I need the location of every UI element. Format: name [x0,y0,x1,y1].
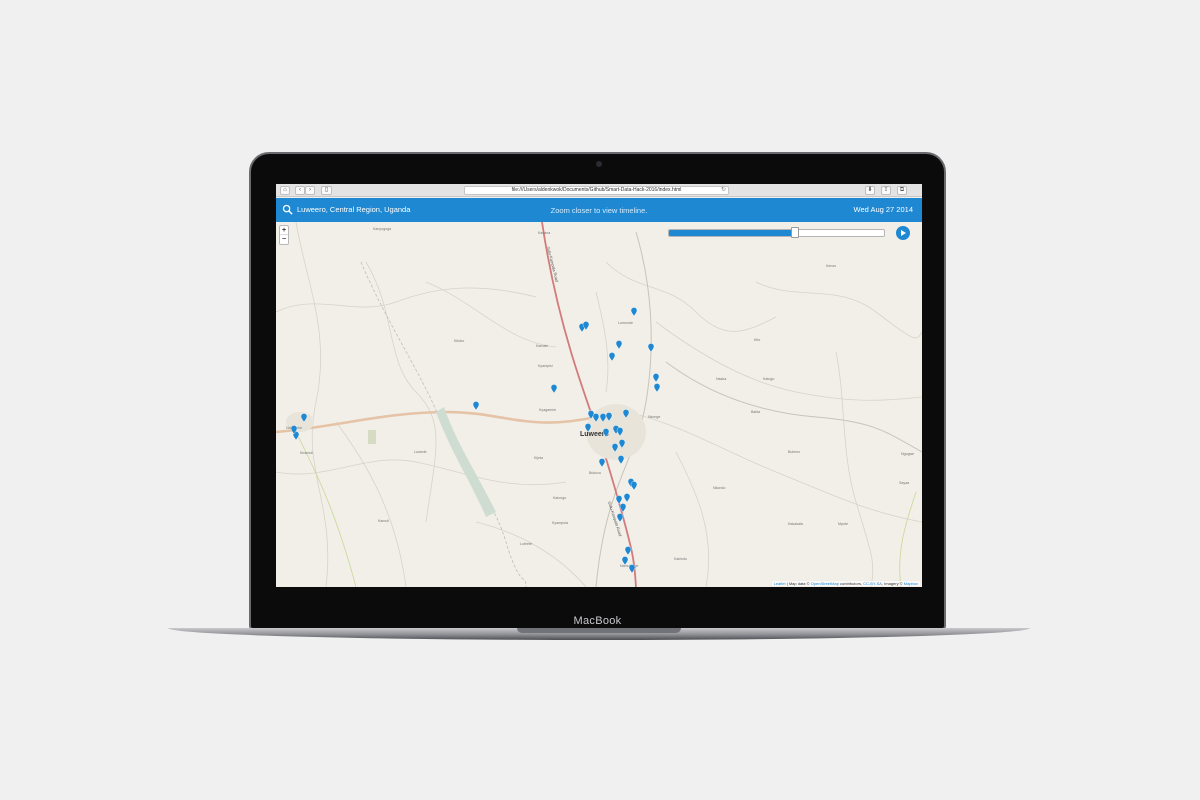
tabs-icon[interactable]: ⧉ [897,186,907,195]
label-kyampisi: Kyampisi [538,364,553,368]
label-mpote: Mpote [838,522,848,526]
app-header: Luweero, Central Region, Uganda Zoom clo… [276,198,922,222]
play-icon[interactable] [896,226,910,240]
label-ngogwe: Ngogwe [901,452,914,456]
label-lumonde: Lumonde [618,321,633,325]
attribution-text-3: , Imagery © [881,581,904,586]
label-balita: Balita [751,410,760,414]
leaflet-link[interactable]: Leaflet [774,581,786,586]
home-icon[interactable]: ⌂ [280,186,290,195]
label-nsaka: Nsaka [716,377,726,381]
laptop-brand: MacBook [573,615,622,627]
map-canvas[interactable]: Kanyogoga Kasana Kitobo Kamale Kyampisi … [276,221,922,587]
label-nkondo: Nkondo [713,486,725,490]
label-kamuli: Kamuli [378,519,389,523]
label-nkonge: Nkonge [648,415,660,419]
share-icon[interactable]: ⇪ [881,186,891,195]
license-link[interactable]: CC-BY-SA [863,581,882,586]
label-sayaa: Sayaa [899,481,909,485]
browser-toolbar: ⌂ ‹ › ▯ file:///Users/aldenkwok/Document… [276,184,922,197]
zoom-control: + − [279,225,289,245]
label-kiramuli: Kiramuli [300,451,313,455]
label-kanyogoga: Kanyogoga [373,227,391,231]
camera [596,161,602,167]
screen: ⌂ ‹ › ▯ file:///Users/aldenkwok/Document… [276,184,922,587]
timeline-progress-fill [669,230,798,236]
label-kyampula: Kyampula [552,521,568,525]
zoom-in-button[interactable]: + [280,226,288,235]
download-icon[interactable]: ⬇ [865,186,875,195]
current-date: Wed Aug 27 2014 [853,205,914,214]
label-luwede: Luwede [414,450,427,454]
search-icon[interactable] [282,204,293,215]
address-bar[interactable]: file:///Users/aldenkwok/Documents/Github… [464,186,729,195]
url-text: file:///Users/aldenkwok/Documents/Github… [511,187,682,193]
label-kitobo: Kitobo [454,339,464,343]
back-icon[interactable]: ‹ [295,186,305,195]
label-kakindo: Kakindo [674,557,687,561]
label-kenzu: Kenzu [826,264,836,268]
forward-icon[interactable]: › [305,186,315,195]
attribution-text-1: | Map data © [785,581,811,586]
label-luteete: Luteete [520,542,532,546]
sidebar-icon[interactable]: ▯ [321,186,332,195]
attribution-text-2: contributors, [838,581,864,586]
reload-icon[interactable]: ↻ [721,187,726,194]
park-area [368,430,376,444]
location-search-input[interactable]: Luweero, Central Region, Uganda [297,205,410,214]
label-kakakala: Kakakala [788,522,803,526]
zoom-out-button[interactable]: − [280,235,288,244]
label-kijeta: Kijeta [534,456,543,460]
label-kito: Kito [754,338,760,342]
label-kamale: Kamale [536,344,548,348]
label-kasana: Kasana [538,231,550,235]
map[interactable]: Kanyogoga Kasana Kitobo Kamale Kyampisi … [276,221,922,587]
label-kyagamire: Kyagamire [539,408,556,412]
timeline-slider[interactable] [668,229,885,237]
mapbox-link[interactable]: Mapbox [904,581,918,586]
label-bulemo: Bulemo [788,450,800,454]
map-attribution: Leaflet | Map data © OpenStreetMap contr… [771,581,920,586]
label-katugo: Katugo [763,377,774,381]
label-bukuvu: Bukuvu [589,471,601,475]
label-kalongo: Kalongo [553,496,566,500]
laptop-notch [517,628,681,633]
osm-link[interactable]: OpenStreetMap [811,581,839,586]
timeline-handle[interactable] [791,227,799,238]
